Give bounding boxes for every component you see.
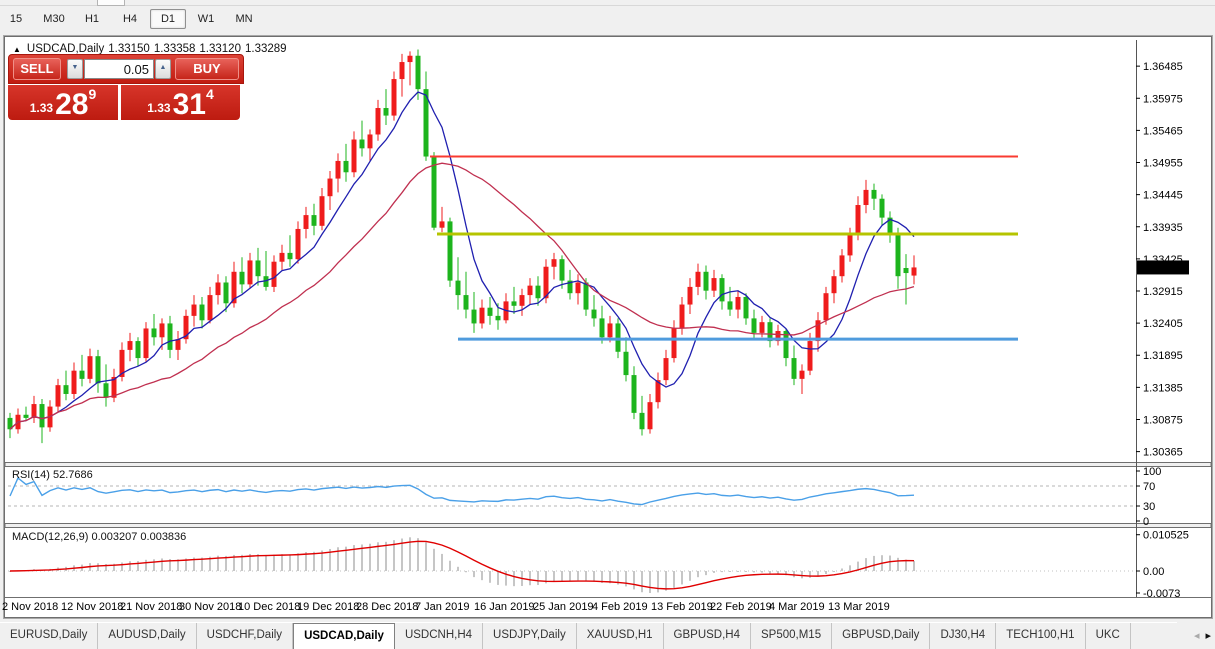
svg-text:22 Feb 2019: 22 Feb 2019 bbox=[710, 601, 772, 613]
svg-text:21 Nov 2018: 21 Nov 2018 bbox=[120, 601, 182, 613]
timeframe-d1[interactable]: D1 bbox=[150, 9, 186, 29]
timeframe-mn[interactable]: MN bbox=[226, 9, 262, 29]
tab-eurusd-daily[interactable]: EURUSD,Daily bbox=[0, 623, 98, 649]
timeframe-toolbar: 15M30H1H4D1W1MN bbox=[2, 8, 262, 30]
svg-text:28 Dec 2018: 28 Dec 2018 bbox=[356, 601, 418, 613]
tab-sp500-m15[interactable]: SP500,M15 bbox=[751, 623, 832, 649]
splitter-rsi-macd bbox=[5, 524, 1211, 528]
rsi-indicator-label: RSI(14) 52.7686 bbox=[12, 469, 93, 481]
svg-text:1.36485: 1.36485 bbox=[1143, 61, 1183, 73]
tab-usdcad-daily[interactable]: USDCAD,Daily bbox=[293, 623, 395, 649]
tab-gbpusd-h4[interactable]: GBPUSD,H4 bbox=[664, 623, 751, 649]
svg-text:16 Jan 2019: 16 Jan 2019 bbox=[474, 601, 535, 613]
tab-xauusd-h1[interactable]: XAUUSD,H1 bbox=[577, 623, 664, 649]
timeframe-h1[interactable]: H1 bbox=[74, 9, 110, 29]
svg-text:13 Feb 2019: 13 Feb 2019 bbox=[651, 601, 713, 613]
tab-usdjpy-daily[interactable]: USDJPY,Daily bbox=[483, 623, 577, 649]
mt4-terminal: 15M30H1H4D1W1MN 1.36485 1.35975 1.35465 1.3… bbox=[0, 0, 1215, 649]
svg-text:0: 0 bbox=[1143, 516, 1149, 528]
splitter-main-rsi bbox=[5, 463, 1211, 467]
svg-text:10 Dec 2018: 10 Dec 2018 bbox=[238, 601, 300, 613]
svg-text:1.31895: 1.31895 bbox=[1143, 350, 1183, 362]
svg-text:0.010525: 0.010525 bbox=[1143, 530, 1189, 542]
buy-price-big: 31 bbox=[173, 92, 206, 118]
volume-decrease-button[interactable]: ▼ bbox=[67, 59, 83, 79]
timeframe-h4[interactable]: H4 bbox=[112, 9, 148, 29]
volume-increase-button[interactable]: ▲ bbox=[155, 59, 171, 79]
sell-button[interactable]: SELL bbox=[13, 58, 61, 80]
timeframe-m30[interactable]: M30 bbox=[36, 9, 72, 29]
buy-button[interactable]: BUY bbox=[175, 58, 239, 80]
tab-usdcnh-h4[interactable]: USDCNH,H4 bbox=[395, 623, 483, 649]
svg-text:1.30875: 1.30875 bbox=[1143, 414, 1183, 426]
tab-ukc[interactable]: UKC bbox=[1086, 623, 1131, 649]
buy-price-sup: 4 bbox=[206, 86, 214, 102]
svg-text:1.34955: 1.34955 bbox=[1143, 158, 1183, 170]
svg-text:1.35465: 1.35465 bbox=[1143, 125, 1183, 137]
sell-price-sup: 9 bbox=[88, 86, 96, 102]
tab-bar-tabs: EURUSD,DailyAUDUSD,DailyUSDCHF,DailyUSDC… bbox=[0, 622, 1215, 649]
macd-indicator-label: MACD(12,26,9) 0.003207 0.003836 bbox=[12, 531, 186, 543]
svg-text:19 Dec 2018: 19 Dec 2018 bbox=[297, 601, 359, 613]
sell-price-base: 1.33 bbox=[30, 101, 53, 115]
svg-text:1.31385: 1.31385 bbox=[1143, 382, 1183, 394]
svg-text:-0.0073: -0.0073 bbox=[1143, 588, 1180, 600]
tab-scroll-left-icon[interactable]: ◂ bbox=[1194, 629, 1200, 642]
svg-text:30: 30 bbox=[1143, 501, 1155, 513]
svg-text:100: 100 bbox=[1143, 466, 1161, 478]
svg-text:30 Nov 2018: 30 Nov 2018 bbox=[179, 601, 241, 613]
svg-text:1.35975: 1.35975 bbox=[1143, 93, 1183, 105]
svg-text:1.32915: 1.32915 bbox=[1143, 286, 1183, 298]
svg-text:1.33289: 1.33289 bbox=[1140, 262, 1180, 274]
timeframe-15[interactable]: 15 bbox=[0, 9, 34, 29]
tab-dj30-h4[interactable]: DJ30,H4 bbox=[930, 623, 996, 649]
buy-price-base: 1.33 bbox=[147, 101, 170, 115]
svg-text:4 Mar 2019: 4 Mar 2019 bbox=[769, 601, 825, 613]
trade-panel-controls: SELL ▼ ▲ BUY bbox=[8, 54, 244, 84]
current-price-tag: 1.33289 bbox=[1137, 260, 1189, 274]
svg-text:1.32405: 1.32405 bbox=[1143, 318, 1183, 330]
tab-usdchf-daily[interactable]: USDCHF,Daily bbox=[197, 623, 293, 649]
trade-panel-prices: 1.33 28 9 1.33 31 4 bbox=[8, 85, 244, 120]
one-click-trading-panel: SELL ▼ ▲ BUY 1.33 28 9 1.33 31 4 bbox=[8, 54, 244, 120]
svg-text:4 Feb 2019: 4 Feb 2019 bbox=[592, 601, 648, 613]
svg-text:13 Mar 2019: 13 Mar 2019 bbox=[828, 601, 890, 613]
sell-price-display[interactable]: 1.33 28 9 bbox=[8, 85, 118, 120]
tab-scroll-right-icon[interactable]: ▸ bbox=[1205, 629, 1211, 642]
svg-text:1.34445: 1.34445 bbox=[1143, 190, 1183, 202]
svg-text:7 Jan 2019: 7 Jan 2019 bbox=[415, 601, 469, 613]
svg-text:70: 70 bbox=[1143, 481, 1155, 493]
volume-input[interactable] bbox=[84, 59, 154, 79]
tab-scroll-arrows: ◂ ▸ bbox=[1177, 622, 1215, 649]
timeframe-w1[interactable]: W1 bbox=[188, 9, 224, 29]
svg-text:12 Nov 2018: 12 Nov 2018 bbox=[61, 601, 123, 613]
tab-audusd-daily[interactable]: AUDUSD,Daily bbox=[98, 623, 196, 649]
svg-text:2 Nov 2018: 2 Nov 2018 bbox=[2, 601, 58, 613]
svg-text:25 Jan 2019: 25 Jan 2019 bbox=[533, 601, 594, 613]
tab-gbpusd-daily[interactable]: GBPUSD,Daily bbox=[832, 623, 930, 649]
svg-text:0.00: 0.00 bbox=[1143, 566, 1164, 578]
buy-price-display[interactable]: 1.33 31 4 bbox=[121, 85, 240, 120]
sell-price-big: 28 bbox=[55, 92, 88, 118]
tab-tech100-h1[interactable]: TECH100,H1 bbox=[996, 623, 1085, 649]
collapse-panel-icon[interactable]: ▲ bbox=[13, 45, 21, 54]
ohlc-close: 1.33289 bbox=[245, 43, 287, 55]
svg-text:1.30365: 1.30365 bbox=[1143, 447, 1183, 459]
date-axis[interactable]: 2 Nov 201812 Nov 201821 Nov 201830 Nov 2… bbox=[2, 601, 890, 613]
svg-text:1.33935: 1.33935 bbox=[1143, 222, 1183, 234]
